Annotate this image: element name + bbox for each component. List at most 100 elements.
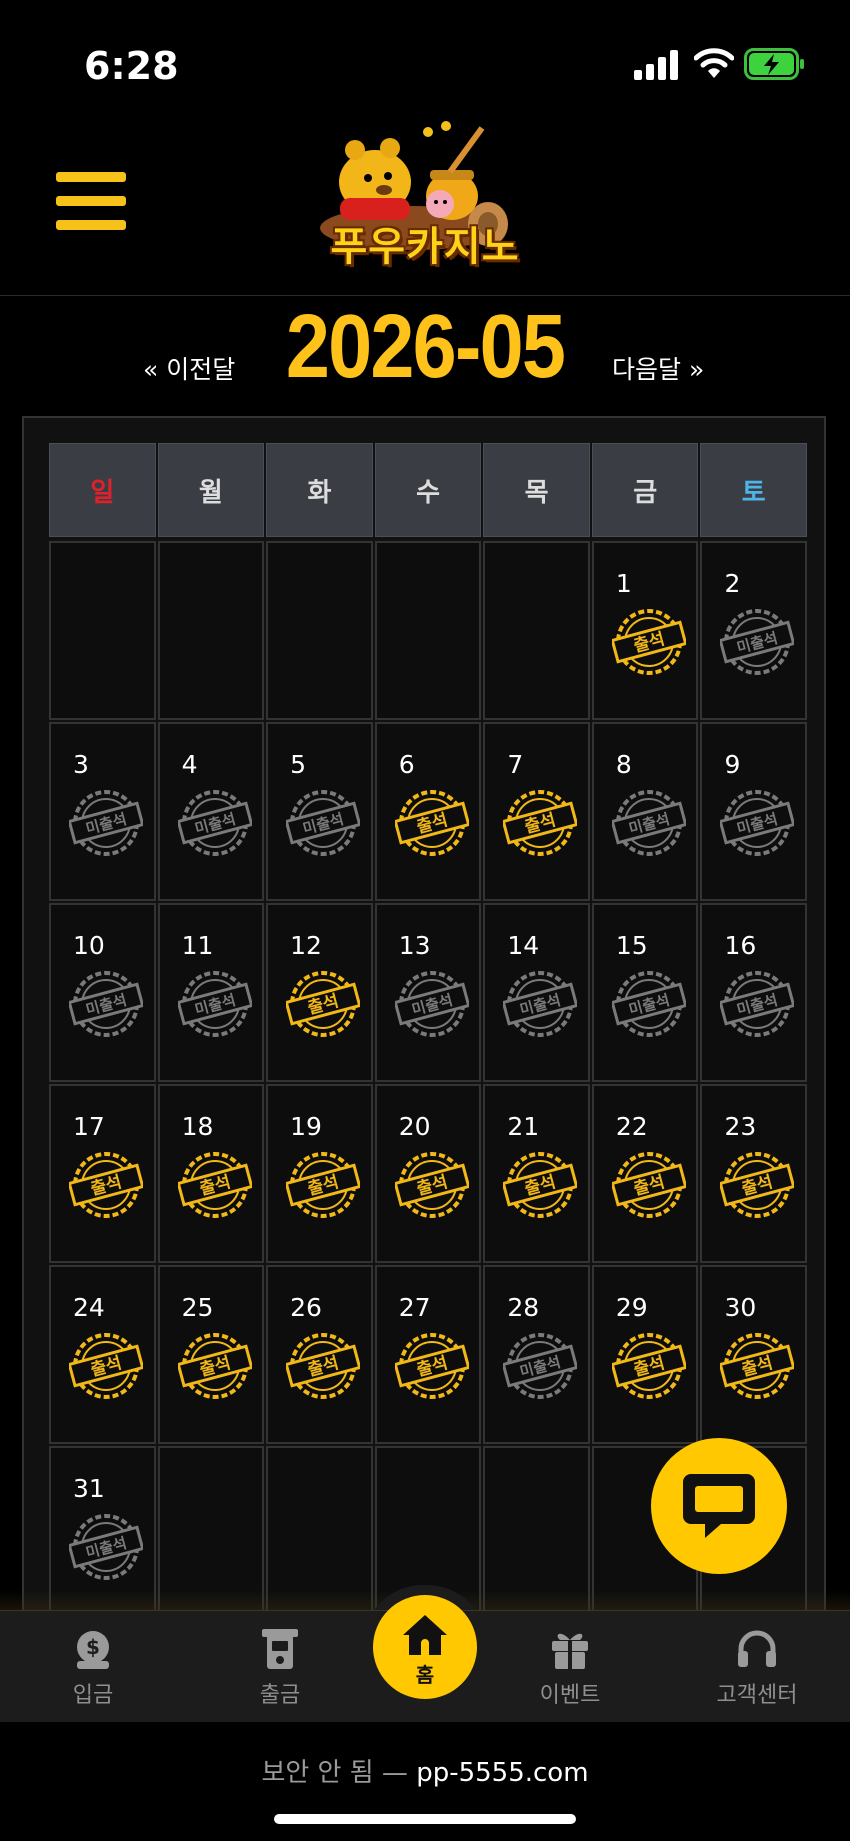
brand-logo[interactable]: 푸우카지노 (300, 120, 550, 290)
prev-month-link[interactable]: « 이전달 (143, 350, 235, 386)
day-number: 24 (73, 1293, 105, 1322)
calendar-day-cell[interactable]: 20 출석 (374, 1084, 482, 1263)
day-number: 1 (615, 569, 632, 598)
calendar-day-cell[interactable]: 9 미출석 (700, 722, 808, 901)
attendance-stamp-icon: 출석 (286, 1333, 361, 1399)
absence-stamp-icon: 미출석 (503, 971, 578, 1037)
day-number: 29 (615, 1293, 648, 1322)
calendar-day-cell[interactable]: 10 미출석 (49, 903, 156, 1082)
day-number: 8 (615, 750, 632, 779)
day-number: 22 (615, 1112, 648, 1141)
calendar-day-cell[interactable]: 11 미출석 (157, 903, 265, 1082)
tab-withdraw-label: 출금 (259, 1683, 301, 1708)
calendar-day-cell[interactable]: 14 미출석 (483, 903, 590, 1082)
absence-stamp-icon: 미출석 (69, 971, 143, 1037)
attendance-stamp-icon: 출석 (720, 1333, 795, 1399)
absence-stamp-icon: 미출석 (394, 971, 469, 1037)
attendance-stamp-icon: 출석 (611, 1333, 686, 1399)
day-number: 13 (398, 931, 431, 960)
next-month-link[interactable]: 다음달 » (612, 350, 704, 386)
attendance-stamp-icon: 출석 (286, 971, 361, 1037)
calendar-day-cell[interactable]: 26 출석 (266, 1265, 373, 1444)
tab-event[interactable]: 이벤트 (505, 1611, 635, 1723)
live-chat-button[interactable] (651, 1438, 787, 1574)
tab-support-label: 고객센터 (716, 1683, 798, 1708)
attendance-stamp-icon: 출석 (611, 609, 686, 675)
calendar-day-cell[interactable]: 16 미출석 (700, 903, 808, 1082)
day-number: 23 (724, 1112, 757, 1141)
calendar-day-cell[interactable]: 7 출석 (483, 722, 590, 901)
day-number: 27 (398, 1293, 431, 1322)
calendar-empty-cell (266, 541, 373, 720)
day-number: 9 (724, 750, 741, 779)
day-number: 28 (507, 1293, 540, 1322)
calendar-day-cell[interactable]: 27 출석 (374, 1265, 482, 1444)
calendar-day-cell[interactable]: 6 출석 (374, 722, 482, 901)
home-icon (403, 1615, 447, 1655)
attendance-stamp-icon: 출석 (394, 1333, 469, 1399)
status-bar: 6:28 (0, 0, 850, 120)
wifi-icon (694, 48, 734, 78)
money-bag-icon: $ (77, 1631, 109, 1669)
day-number: 7 (507, 750, 524, 779)
calendar-day-cell[interactable]: 18 출석 (157, 1084, 265, 1263)
attendance-stamp-icon: 출석 (720, 1152, 795, 1218)
weekday-header-cell: 일 (49, 443, 156, 537)
absence-stamp-icon: 미출석 (720, 790, 795, 856)
attendance-stamp-icon: 출석 (286, 1152, 361, 1218)
calendar-day-cell[interactable]: 8 미출석 (591, 722, 699, 901)
tab-home[interactable]: 홈 (373, 1595, 477, 1699)
calendar-day-cell[interactable]: 24 출석 (49, 1265, 156, 1444)
security-warning-text: 보안 안 됨 — (261, 1758, 408, 1788)
tab-support[interactable]: 고객센터 (692, 1611, 822, 1723)
calendar-week-row: 3 미출석 4 미출석 5 미출석 6 출석 7 출석 8 미출석 9 미출석 (49, 722, 808, 901)
calendar-day-cell[interactable]: 25 출석 (157, 1265, 265, 1444)
browser-url-bar[interactable]: 보안 안 됨 — pp-5555.com (0, 1722, 850, 1841)
calendar-day-cell[interactable]: 15 미출석 (591, 903, 699, 1082)
calendar-week-row: 17 출석 18 출석 19 출석 20 출석 21 출석 22 출석 23 출석 (49, 1084, 808, 1263)
tab-deposit[interactable]: $ 입금 (28, 1611, 158, 1723)
tab-home-label: 홈 (415, 1663, 435, 1687)
absence-stamp-icon: 미출석 (177, 790, 252, 856)
attendance-stamp-icon: 출석 (177, 1333, 252, 1399)
status-time: 6:28 (84, 44, 179, 88)
weekday-header-cell: 금 (591, 443, 699, 537)
attendance-stamp-icon: 출석 (69, 1152, 143, 1218)
calendar-day-cell[interactable]: 12 출석 (266, 903, 373, 1082)
day-number: 4 (181, 750, 198, 779)
calendar-day-cell[interactable]: 4 미출석 (157, 722, 265, 901)
tab-deposit-label: 입금 (72, 1683, 114, 1708)
calendar-day-cell[interactable]: 19 출석 (266, 1084, 373, 1263)
month-title: 2026-05 (285, 297, 566, 397)
day-number: 6 (398, 750, 415, 779)
calendar-day-cell[interactable]: 29 출석 (591, 1265, 699, 1444)
attendance-stamp-icon: 출석 (69, 1333, 143, 1399)
calendar-day-cell[interactable]: 13 미출석 (374, 903, 482, 1082)
absence-stamp-icon: 미출석 (503, 1333, 578, 1399)
home-indicator[interactable] (274, 1814, 576, 1824)
absence-stamp-icon: 미출석 (611, 971, 686, 1037)
calendar-day-cell[interactable]: 5 미출석 (266, 722, 373, 901)
tab-withdraw[interactable]: 출금 (215, 1611, 345, 1723)
day-number: 5 (290, 750, 307, 779)
calendar-day-cell[interactable]: 23 출석 (700, 1084, 808, 1263)
calendar-day-cell[interactable]: 21 출석 (483, 1084, 590, 1263)
attendance-stamp-icon: 출석 (503, 790, 578, 856)
absence-stamp-icon: 미출석 (720, 609, 795, 675)
day-number: 21 (507, 1112, 540, 1141)
hamburger-menu-button[interactable] (56, 172, 126, 234)
calendar-day-cell[interactable]: 30 출석 (700, 1265, 808, 1444)
calendar-week-row: 1 출석 2 미출석 (49, 541, 808, 720)
day-number: 2 (724, 569, 741, 598)
day-number: 26 (290, 1293, 322, 1322)
weekday-header-cell: 수 (374, 443, 482, 537)
weekday-header-cell: 목 (483, 443, 590, 537)
calendar-week-row: 24 출석 25 출석 26 출석 27 출석 28 미출석 29 출석 30 출석 (49, 1265, 808, 1444)
calendar-day-cell[interactable]: 17 출석 (49, 1084, 156, 1263)
calendar-day-cell[interactable]: 28 미출석 (483, 1265, 590, 1444)
url-display[interactable]: 보안 안 됨 — pp-5555.com (0, 1752, 850, 1789)
calendar-day-cell[interactable]: 3 미출석 (49, 722, 156, 901)
calendar-day-cell[interactable]: 1 출석 (591, 541, 699, 720)
calendar-day-cell[interactable]: 2 미출석 (700, 541, 808, 720)
calendar-day-cell[interactable]: 22 출석 (591, 1084, 699, 1263)
